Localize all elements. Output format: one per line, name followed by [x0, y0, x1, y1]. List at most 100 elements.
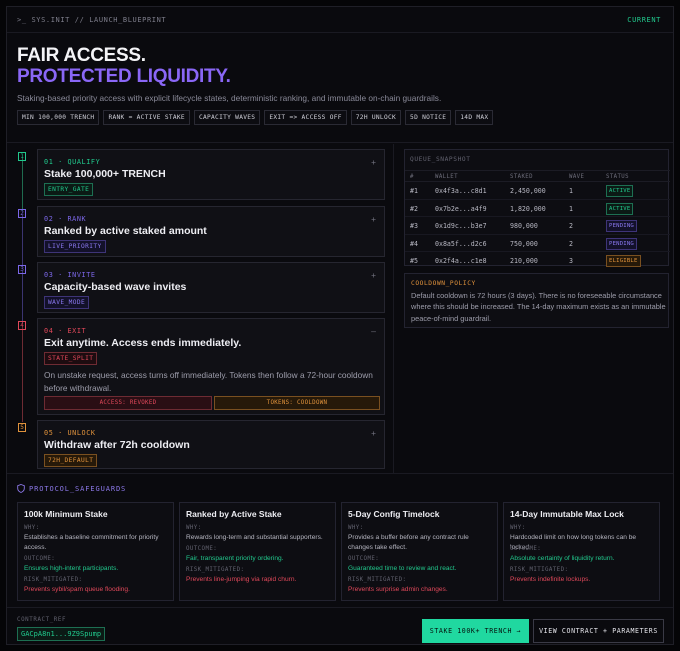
risk-text: Prevents surprise admin changes.	[348, 586, 448, 593]
card-title: 5-Day Config Timelock	[348, 509, 440, 519]
system-path: >_ SYS.INIT // LAUNCH_BLUEPRINT	[17, 15, 167, 24]
outcome-text: Absolute certainty of liquidity return.	[510, 555, 615, 562]
card-title: 100k Minimum Stake	[24, 509, 108, 519]
step-number-1: 1	[18, 152, 26, 161]
status-badge: ELIGIBLE	[606, 255, 641, 267]
table-row: #5 0x2f4a...c1e8 210,000 3 ELIGIBLE	[405, 252, 670, 270]
safeguard-card: 100k Minimum Stake WHY: Establishes a ba…	[17, 502, 174, 601]
step-index: 01 · QUALIFY	[44, 158, 101, 166]
step-unlock[interactable]: 05 · UNLOCK + Withdraw after 72h cooldow…	[37, 420, 385, 469]
queue-snapshot: QUEUE_SNAPSHOT # WALLET STAKED WAVE STAT…	[404, 149, 670, 267]
table-row: #3 0x1d9c...b3e7 980,000 2 PENDING	[405, 217, 670, 235]
col-status: STATUS	[606, 174, 629, 180]
staked-cell: 2,450,000	[510, 187, 546, 195]
param-chip: MIN 100,000 TRENCH	[17, 110, 100, 125]
wallet-cell: 0x2f4a...c1e8	[435, 257, 487, 265]
wave-cell: 1	[569, 204, 573, 213]
wallet-cell: 0x8a5f...d2c6	[435, 239, 487, 248]
card-title: 14-Day Immutable Max Lock	[510, 509, 624, 519]
rank-cell: #1	[410, 187, 418, 195]
staked-cell: 750,000	[510, 239, 538, 248]
step-invite[interactable]: 03 · INVITE + Capacity-based wave invite…	[37, 262, 385, 313]
param-chip: RANK = ACTIVE STAKE	[103, 110, 190, 125]
safeguards-title: PROTOCOL_SAFEGUARDS	[29, 485, 127, 493]
why-label: WHY:	[510, 525, 526, 531]
cooldown-policy: COOLDOWN_POLICY Default cooldown is 72 h…	[404, 273, 669, 328]
step-qualify[interactable]: 01 · QUALIFY + Stake 100,000+ TRENCH ENT…	[37, 149, 385, 200]
risk-label: RISK_MITIGATED:	[186, 567, 245, 573]
param-chip: CAPACITY WAVES	[193, 110, 261, 125]
rank-cell: #4	[410, 239, 418, 248]
risk-text: Prevents line-jumping via rapid churn.	[186, 576, 297, 583]
status-badge: PENDING	[606, 220, 637, 232]
risk-label: RISK_MITIGATED:	[348, 577, 407, 583]
outcome-label: OUTCOME:	[510, 546, 542, 552]
step-rail	[21, 271, 23, 323]
plus-icon[interactable]: +	[371, 271, 376, 280]
step-title: Ranked by active staked amount	[44, 225, 207, 237]
outcome-text: Ensures high-intent participants.	[24, 565, 119, 572]
param-chip: EXIT => ACCESS OFF	[264, 110, 347, 125]
card-title: Ranked by Active Stake	[186, 509, 282, 519]
plus-icon[interactable]: +	[371, 429, 376, 438]
hero-title-line2: PROTECTED LIQUIDITY.	[17, 66, 231, 87]
param-chip: 14D MAX	[455, 110, 494, 125]
table-row: #2 0x7b2e...a4f9 1,820,000 1 ACTIVE	[405, 200, 670, 217]
rank-cell: #2	[410, 204, 418, 213]
step-details: On unstake request, access turns off imm…	[44, 370, 373, 393]
plus-icon[interactable]: +	[371, 158, 376, 167]
minus-icon[interactable]: –	[371, 327, 376, 336]
wave-cell: 1	[569, 187, 573, 195]
cooldown-title: COOLDOWN_POLICY	[411, 280, 476, 287]
param-chip: 5D NOTICE	[405, 110, 452, 125]
risk-text: Prevents indefinite lockups.	[510, 576, 591, 583]
tokens-cooldown-pill: TOKENS: COOLDOWN	[214, 396, 380, 410]
step-index: 03 · INVITE	[44, 271, 96, 279]
stake-button[interactable]: STAKE 100K+ TRENCH →	[422, 619, 529, 643]
why-text: Establishes a baseline commitment for pr…	[24, 534, 159, 551]
wallet-cell: 0x7b2e...a4f9	[435, 204, 487, 213]
status-badge: PENDING	[606, 237, 637, 250]
outcome-label: OUTCOME:	[348, 556, 380, 562]
step-title: Withdraw after 72h cooldown	[44, 439, 190, 451]
why-label: WHY:	[186, 525, 202, 531]
step-number-2: 2	[18, 209, 26, 218]
step-index: 05 · UNLOCK	[44, 429, 96, 437]
step-rank[interactable]: 02 · RANK + Ranked by active staked amou…	[37, 206, 385, 257]
shield-icon	[17, 484, 25, 493]
safeguard-card: 5-Day Config Timelock WHY: Provides a bu…	[341, 502, 498, 601]
hero-section: FAIR ACCESS. PROTECTED LIQUIDITY. Stakin…	[7, 33, 673, 143]
cooldown-body: Default cooldown is 72 hours (3 days). T…	[411, 291, 666, 323]
step-tag: WAVE_MODE	[44, 296, 90, 309]
col-rank: #	[410, 174, 414, 180]
queue-title: QUEUE_SNAPSHOT	[410, 156, 471, 163]
contract-address[interactable]: GACpA8n1...9Z9Spump	[17, 627, 106, 641]
risk-text: Prevents sybil/spam queue flooding.	[24, 586, 130, 593]
status-badge: ACTIVE	[606, 185, 634, 197]
step-title: Exit anytime. Access ends immediately.	[44, 337, 242, 349]
rank-cell: #5	[410, 257, 418, 265]
contract-label: CONTRACT_REF	[17, 617, 67, 623]
col-wallet: WALLET	[435, 174, 458, 180]
outcome-text: Fair, transparent priority ordering.	[186, 555, 284, 562]
plus-icon[interactable]: +	[371, 215, 376, 224]
outcome-text: Guaranteed time to review and react.	[348, 565, 457, 572]
lifecycle-steps: 1 01 · QUALIFY + Stake 100,000+ TRENCH E…	[7, 144, 394, 474]
step-number-4: 4	[18, 321, 26, 330]
step-tag: 72H_DEFAULT	[44, 454, 98, 467]
step-tag: STATE_SPLIT	[44, 352, 98, 365]
table-row: #4 0x8a5f...d2c6 750,000 2 PENDING	[405, 235, 670, 252]
app-frame: >_ SYS.INIT // LAUNCH_BLUEPRINT CURRENT …	[6, 6, 674, 645]
col-staked: STAKED	[510, 174, 533, 180]
step-exit-expanded[interactable]: 04 · EXIT – Exit anytime. Access ends im…	[37, 318, 385, 415]
risk-label: RISK_MITIGATED:	[510, 567, 569, 573]
view-contract-button[interactable]: VIEW CONTRACT + PARAMETERS	[533, 619, 664, 643]
footer-bar: CONTRACT_REF GACpA8n1...9Z9Spump STAKE 1…	[7, 607, 673, 644]
safeguard-card: Ranked by Active Stake WHY: Rewards long…	[179, 502, 336, 601]
access-revoked-pill: ACCESS: REVOKED	[44, 396, 212, 410]
staked-cell: 980,000	[510, 222, 538, 230]
step-rail	[21, 158, 23, 211]
status-badge: ACTIVE	[606, 202, 634, 215]
wave-cell: 3	[569, 257, 573, 265]
staked-cell: 1,820,000	[510, 204, 546, 213]
